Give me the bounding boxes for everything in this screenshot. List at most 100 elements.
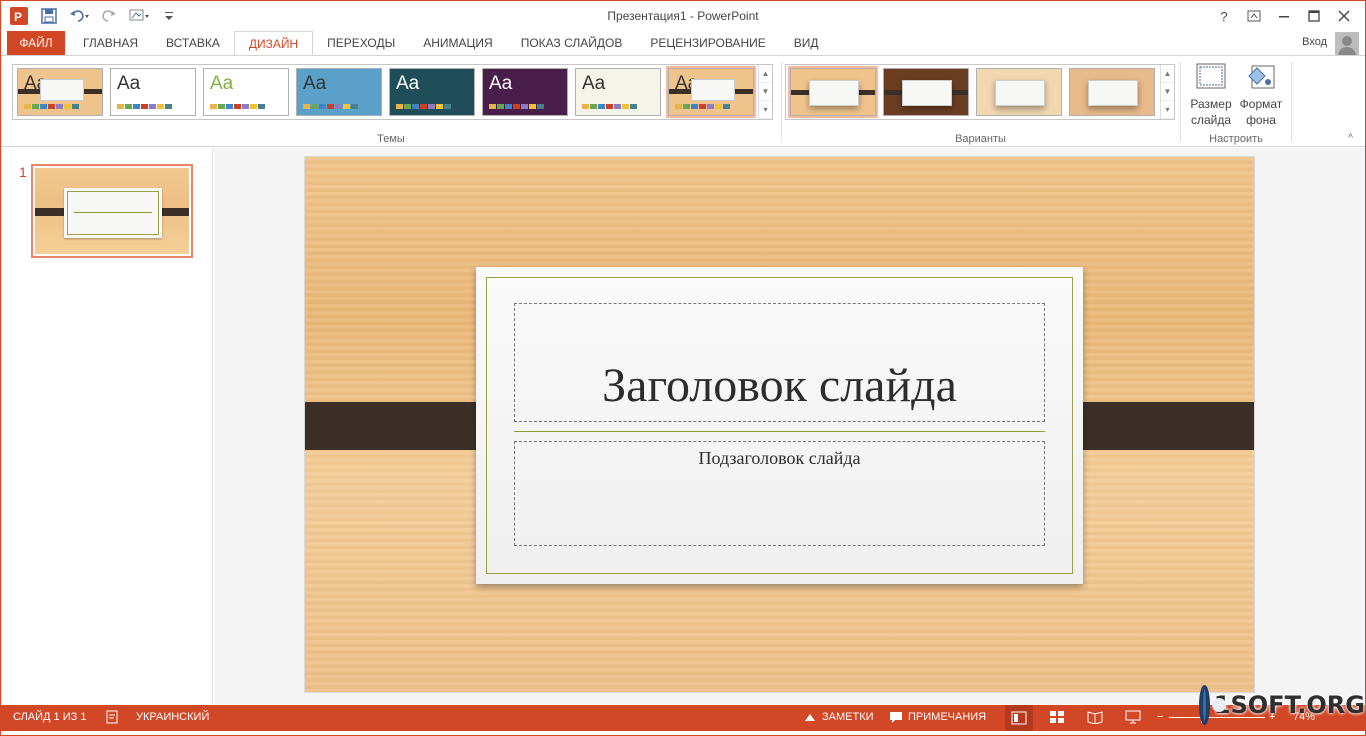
variants-group-label: Варианты [955, 133, 1006, 145]
tab-review[interactable]: РЕЦЕНЗИРОВАНИЕ [636, 31, 779, 55]
slide-size-label: Размер слайда [1190, 97, 1232, 127]
avatar[interactable] [1335, 32, 1359, 56]
theme-thumbnail[interactable]: Aa [17, 68, 103, 116]
theme-thumbnail[interactable]: Aa [575, 68, 661, 116]
minimize-icon [1279, 16, 1289, 18]
theme-thumbnail[interactable]: Aa [296, 68, 382, 116]
tab-insert[interactable]: ВСТАВКА [152, 31, 234, 55]
variants-group: ▲ ▼ ▾ Варианты [782, 56, 1179, 147]
normal-view-icon [1011, 711, 1027, 725]
title-divider [514, 431, 1045, 432]
slide-editing-area: Заголовок слайда Подзаголовок слайда [214, 148, 1365, 704]
ribbon-display-options-button[interactable] [1239, 5, 1269, 27]
status-bar: СЛАЙД 1 ИЗ 1 УКРАИНСКИЙ ЗАМЕТКИ ПРИМЕЧАН… [1, 705, 1365, 731]
slide-thumbnail[interactable] [31, 164, 193, 258]
ribbon-separator [1291, 62, 1292, 142]
theme-sample-text: Aa [210, 73, 234, 94]
theme-sample-text: Aa [303, 73, 327, 94]
theme-thumbnail[interactable]: Aa [389, 68, 475, 116]
theme-sample-text: Aa [489, 73, 513, 94]
reading-view-icon[interactable] [1087, 710, 1103, 724]
themes-gallery-scroll: ▲ ▼ ▾ [758, 65, 772, 119]
comments-icon [890, 712, 902, 723]
close-button[interactable] [1329, 5, 1359, 27]
normal-view-button[interactable] [1005, 705, 1033, 731]
slide-size-button[interactable]: Размер слайда [1187, 62, 1235, 128]
notes-button[interactable]: ЗАМЕТКИ [803, 711, 874, 723]
slide-show-icon[interactable] [1125, 710, 1141, 724]
theme-sample-text: Aa [582, 73, 606, 94]
theme-thumbnail[interactable]: Aa [110, 68, 196, 116]
gear-logo-icon [1199, 685, 1226, 725]
tab-file[interactable]: ФАЙЛ [7, 31, 65, 55]
spelling-check-icon[interactable] [105, 710, 121, 724]
comments-button[interactable]: ПРИМЕЧАНИЯ [889, 711, 986, 723]
tab-view[interactable]: ВИД [780, 31, 833, 55]
theme-sample-text: Aa [117, 73, 141, 94]
sign-in-link[interactable]: Вход [1302, 36, 1327, 48]
watermark-text: 1SOFT.ORG [1213, 691, 1365, 719]
variant-thumbnail[interactable] [1069, 68, 1155, 116]
watermark: 1SOFT.ORG [1199, 681, 1365, 729]
maximize-button[interactable] [1299, 5, 1329, 27]
themes-group-label: Темы [377, 133, 405, 145]
subtitle-placeholder[interactable]: Подзаголовок слайда [514, 441, 1045, 546]
slide-thumbnail-preview [35, 168, 189, 254]
slide-info: СЛАЙД 1 ИЗ 1 [13, 711, 87, 723]
variant-thumbnail[interactable] [883, 68, 969, 116]
ribbon: ▲ ▼ ▾ Aa Aa Aa Aa Aa Aa Aa Aa Темы ▲ ▼ ▾ Вариан… [1, 55, 1365, 147]
themes-gallery: ▲ ▼ ▾ Aa Aa Aa Aa Aa Aa Aa Aa [12, 64, 773, 120]
gallery-down-icon[interactable]: ▼ [759, 83, 772, 101]
format-background-label: Формат фона [1239, 97, 1283, 127]
format-background-icon [1244, 62, 1278, 92]
variants-up-icon[interactable]: ▲ [1161, 65, 1174, 83]
left-strap [305, 402, 497, 450]
notes-icon [805, 714, 815, 721]
customize-group-label: Настроить [1209, 133, 1263, 145]
tab-home[interactable]: ГЛАВНАЯ [69, 31, 152, 55]
language-indicator[interactable]: УКРАИНСКИЙ [136, 711, 209, 723]
ribbon-tabs: ФАЙЛ ГЛАВНАЯ ВСТАВКА ДИЗАЙН ПЕРЕХОДЫ АНИ… [1, 31, 1365, 56]
slide-title: Заголовок слайда [602, 359, 957, 412]
variants-down-icon[interactable]: ▼ [1161, 83, 1174, 101]
window-controls: ? [1209, 5, 1359, 27]
themes-group: ▲ ▼ ▾ Aa Aa Aa Aa Aa Aa Aa Aa Темы [1, 56, 781, 147]
slide-size-icon [1194, 62, 1228, 92]
powerpoint-window: P Презентация1 - PowerPoint ? ФАЙЛ ГЛАВН… [0, 0, 1366, 736]
tab-list: ГЛАВНАЯ ВСТАВКА ДИЗАЙН ПЕРЕХОДЫ АНИМАЦИЯ… [69, 31, 833, 56]
format-background-button[interactable]: Формат фона [1237, 62, 1285, 128]
variants-more-icon[interactable]: ▾ [1161, 101, 1174, 119]
zoom-out-button[interactable]: − [1157, 711, 1163, 723]
minimize-button[interactable] [1269, 5, 1299, 27]
customize-group: Размер слайда Формат фона Настроить [1181, 56, 1291, 147]
gallery-more-icon[interactable]: ▾ [759, 101, 772, 119]
variants-gallery-scroll: ▲ ▼ ▾ [1160, 65, 1174, 119]
ribbon-display-icon [1247, 10, 1261, 22]
theme-thumbnail[interactable]: Aa [482, 68, 568, 116]
slide-number: 1 [19, 164, 27, 180]
variant-thumbnail[interactable] [788, 66, 878, 118]
tab-slide-show[interactable]: ПОКАЗ СЛАЙДОВ [507, 31, 637, 55]
gallery-up-icon[interactable]: ▲ [759, 65, 772, 83]
theme-thumbnail[interactable]: Aa [666, 66, 756, 118]
maximize-icon [1308, 10, 1320, 22]
tab-transitions[interactable]: ПЕРЕХОДЫ [313, 31, 409, 55]
title-placeholder[interactable]: Заголовок слайда [514, 303, 1045, 422]
variants-gallery: ▲ ▼ ▾ [785, 64, 1175, 120]
window-title: Презентация1 - PowerPoint [607, 9, 759, 23]
right-strap [1061, 402, 1254, 450]
comments-label: ПРИМЕЧАНИЯ [908, 711, 987, 723]
help-button[interactable]: ? [1209, 5, 1239, 27]
slides-pane: 1 [1, 148, 213, 704]
slide-subtitle: Подзаголовок слайда [698, 448, 861, 468]
theme-sample-text: Aa [396, 73, 420, 94]
tab-animations[interactable]: АНИМАЦИЯ [409, 31, 506, 55]
theme-thumbnail[interactable]: Aa [203, 68, 289, 116]
variant-thumbnail[interactable] [976, 68, 1062, 116]
title-bar: P Презентация1 - PowerPoint ? [1, 1, 1365, 31]
tab-design[interactable]: ДИЗАЙН [233, 31, 314, 56]
title-card: Заголовок слайда Подзаголовок слайда [476, 267, 1083, 584]
slide-sorter-icon[interactable] [1049, 710, 1065, 724]
slide[interactable]: Заголовок слайда Подзаголовок слайда [305, 157, 1254, 692]
collapse-ribbon-icon[interactable]: ^ [1348, 133, 1353, 144]
